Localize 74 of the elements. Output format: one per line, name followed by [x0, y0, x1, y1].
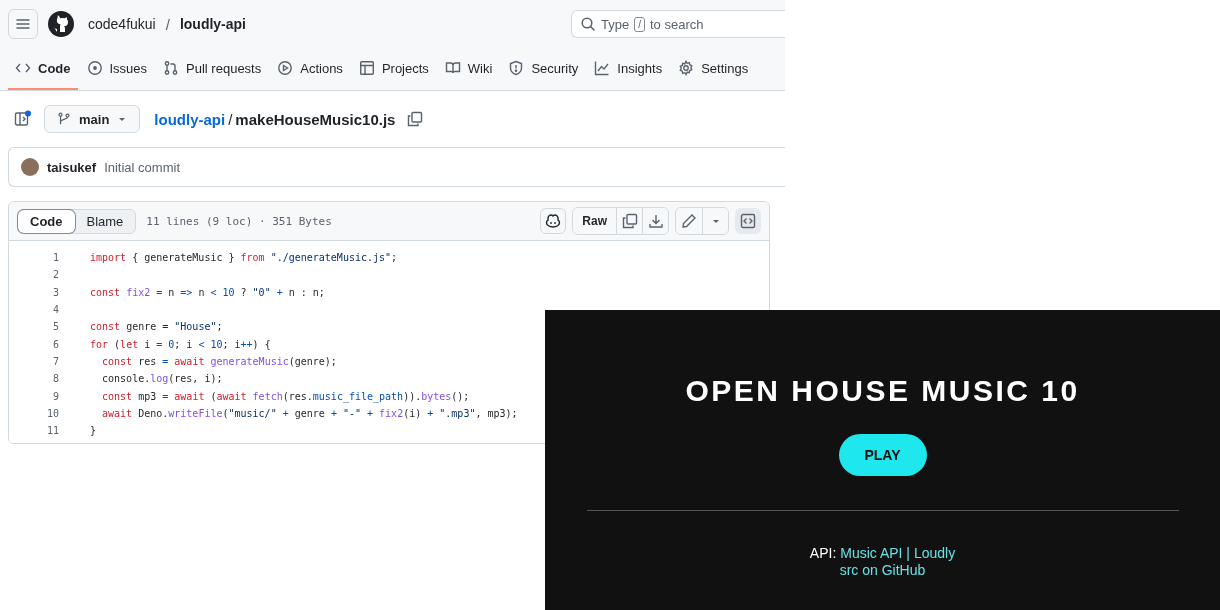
download-icon — [647, 213, 664, 229]
code-line: import { generateMusic } from "./generateMusic.js"; — [90, 252, 398, 264]
issue-icon — [86, 60, 103, 76]
search-icon — [580, 16, 596, 32]
play-icon — [277, 60, 294, 76]
repo-tab[interactable]: Projects — [351, 48, 436, 90]
line-number: 1 — [51, 252, 59, 264]
side-panel-icon[interactable] — [14, 110, 32, 128]
path-separator: / — [228, 110, 233, 128]
file-name: makeHouseMusic10.js — [235, 110, 396, 128]
commit-message: Initial commit — [104, 159, 180, 175]
file-info: 11 lines (9 loc) · 351 Bytes — [146, 214, 332, 228]
source-link[interactable]: src on GitHub — [839, 562, 926, 578]
repo-tab[interactable]: Actions — [270, 48, 350, 90]
code-line: console.log(res, i); — [101, 373, 223, 385]
code-line: await Deno.writeFile("music/" + genre + "-" + fix2(i) + ".mp3", mp3); — [101, 407, 518, 419]
api-link[interactable]: Music API | Loudly — [840, 545, 956, 561]
view-tab[interactable]: Blame — [74, 209, 136, 233]
menu-button[interactable] — [8, 9, 38, 39]
line-number: 7 — [51, 355, 59, 367]
repo-link[interactable]: loudly-api — [179, 16, 246, 32]
repo-tab[interactable]: Wiki — [437, 48, 500, 90]
repo-tab[interactable]: Pull requests — [156, 48, 269, 90]
search-field[interactable]: Type / to search — [571, 10, 785, 38]
download-button[interactable] — [642, 208, 668, 234]
shortcut-key: / — [634, 16, 645, 32]
api-label: API: — [809, 545, 837, 561]
line-number: 8 — [51, 373, 59, 385]
view-tab[interactable]: Code — [18, 209, 75, 233]
line-number: 4 — [51, 304, 59, 316]
repo-link[interactable]: loudly-api — [154, 110, 226, 128]
repo-tab[interactable]: Code — [8, 48, 78, 90]
line-number: 6 — [51, 338, 59, 350]
code-line: } — [90, 425, 97, 437]
play-button[interactable]: PLAY — [838, 434, 927, 476]
table-icon — [358, 60, 375, 76]
code-line: const genre = "House"; — [90, 321, 223, 333]
line-number: 2 — [51, 269, 59, 281]
repo-tab[interactable]: Issues — [79, 48, 155, 90]
book-icon — [444, 60, 461, 76]
author-link[interactable]: taisukef — [47, 159, 97, 175]
pr-icon — [163, 60, 180, 76]
code-line: for (let i = 0; i < 10; i++) { — [90, 338, 271, 350]
line-number: 3 — [51, 286, 59, 298]
code-line: const fix2 = n => n < 10 ? "0" + n : n; — [90, 286, 325, 298]
pencil-icon — [681, 213, 697, 229]
code-line: const res = await generateMusic(genre); — [101, 355, 337, 367]
line-number: 5 — [51, 321, 59, 333]
path-separator: / — [165, 15, 170, 33]
cat-logo-icon[interactable] — [48, 11, 74, 37]
repo-tab[interactable]: Insights — [587, 48, 670, 90]
copy-icon[interactable] — [407, 111, 424, 127]
graph-icon — [594, 60, 611, 76]
copilot-icon — [545, 213, 562, 229]
line-number: 9 — [51, 390, 59, 402]
copy-icon — [621, 213, 638, 229]
copilot-button[interactable] — [540, 208, 567, 234]
code-square-icon — [740, 213, 756, 229]
search-placeholder: to search — [649, 16, 704, 32]
symbols-button[interactable] — [735, 208, 761, 234]
owner-link[interactable]: code4fukui — [88, 16, 156, 32]
line-number: 10 — [45, 407, 59, 419]
shield-icon — [508, 60, 525, 76]
gear-icon — [678, 60, 695, 76]
app-title: OPEN HOUSE MUSIC 10 — [685, 374, 1080, 408]
code-line: const mp3 = await (await fetch(res.music_file_path)).bytes(); — [101, 390, 470, 402]
repo-tab[interactable]: Settings — [671, 48, 756, 90]
menu-icon — [15, 16, 31, 32]
branch-selector[interactable]: main — [44, 105, 141, 133]
line-number: 11 — [45, 425, 59, 437]
branch-icon — [57, 112, 71, 126]
search-placeholder: Type — [601, 16, 630, 32]
avatar — [21, 158, 39, 176]
repo-tab[interactable]: Security — [501, 48, 586, 90]
